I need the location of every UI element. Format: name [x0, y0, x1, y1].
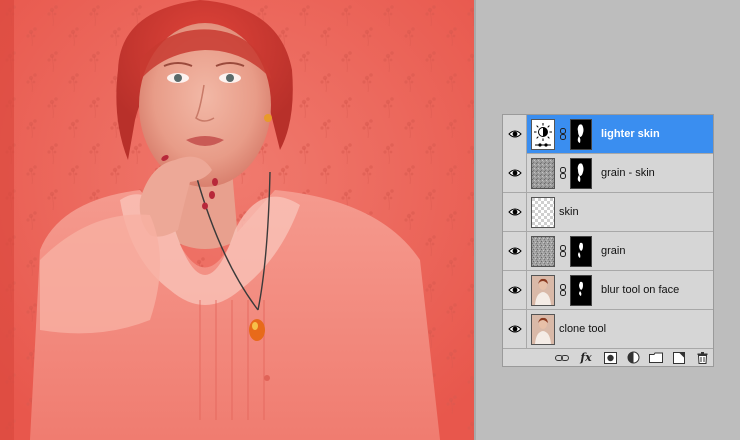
chain-link-icon[interactable] [558, 128, 568, 140]
new-group-button[interactable] [649, 351, 663, 364]
transparent-thumbnail[interactable] [531, 196, 555, 228]
portrait-thumbnail-icon [532, 275, 554, 305]
layer-mask-thumbnail[interactable] [570, 274, 592, 306]
grain-thumbnail[interactable] [531, 235, 555, 267]
layer-name: clone tool [559, 323, 607, 335]
new-layer-button[interactable] [672, 351, 686, 364]
layer-mask-thumbnail[interactable] [570, 235, 592, 267]
visibility-toggle[interactable] [503, 114, 527, 154]
checkerboard-icon [532, 197, 554, 227]
fx-icon: fx [580, 351, 592, 364]
chain-link-icon[interactable] [558, 284, 568, 296]
adjustment-layer-button[interactable] [626, 351, 640, 364]
link-layers-button[interactable] [555, 351, 569, 364]
layers-panel-footer: fx [503, 348, 713, 366]
layer-name: grain - skin [601, 167, 655, 179]
delete-layer-button[interactable] [695, 351, 709, 364]
layer-row-blur-tool-on-face[interactable]: blur tool on face [503, 270, 713, 310]
layer-mask-thumbnail[interactable] [570, 118, 592, 150]
eye-icon [507, 208, 522, 216]
add-mask-icon [603, 351, 617, 364]
photo-image [0, 0, 474, 440]
layer-name: grain [601, 245, 626, 257]
layer-mask-thumbnail[interactable] [570, 157, 592, 189]
eye-icon [507, 247, 522, 255]
chain-link-icon[interactable] [558, 167, 568, 179]
link-layers-icon [555, 354, 569, 361]
visibility-toggle[interactable] [503, 153, 527, 193]
layer-name: skin [559, 206, 579, 218]
eye-icon [507, 130, 522, 138]
eye-icon [507, 286, 522, 294]
visibility-toggle[interactable] [503, 270, 527, 310]
layer-row-clone-tool[interactable]: clone tool [503, 309, 713, 349]
visibility-toggle[interactable] [503, 231, 527, 271]
layer-style-button[interactable]: fx [578, 351, 594, 364]
canvas-border [474, 0, 476, 440]
photo-thumbnail[interactable] [531, 274, 555, 306]
visibility-toggle[interactable] [503, 192, 527, 232]
chain-link-icon[interactable] [558, 245, 568, 257]
layer-row-grain[interactable]: grain [503, 231, 713, 271]
trash-icon [697, 351, 707, 364]
add-mask-button[interactable] [603, 351, 617, 364]
photo-thumbnail[interactable] [531, 313, 555, 345]
layer-row-grain-skin[interactable]: grain - skin [503, 153, 713, 193]
eye-icon [507, 169, 522, 177]
portrait-thumbnail-icon [532, 314, 554, 344]
brightness-contrast-icon [532, 119, 554, 149]
adjustment-layer-icon [627, 351, 639, 364]
layer-name: lighter skin [601, 128, 660, 140]
layers-panel: lighter skin grain - skin skin grain blu… [502, 114, 714, 367]
noise-texture-icon [532, 158, 554, 188]
adjustment-thumbnail[interactable] [531, 118, 555, 150]
layer-name: blur tool on face [601, 284, 680, 296]
new-layer-icon [673, 351, 685, 364]
eye-icon [507, 325, 522, 333]
visibility-toggle[interactable] [503, 309, 527, 349]
document-canvas[interactable] [0, 0, 474, 440]
new-group-icon [649, 352, 663, 363]
layer-row-lighter-skin[interactable]: lighter skin [503, 114, 713, 154]
noise-texture-icon [532, 236, 554, 266]
layer-row-skin[interactable]: skin [503, 192, 713, 232]
grain-thumbnail[interactable] [531, 157, 555, 189]
